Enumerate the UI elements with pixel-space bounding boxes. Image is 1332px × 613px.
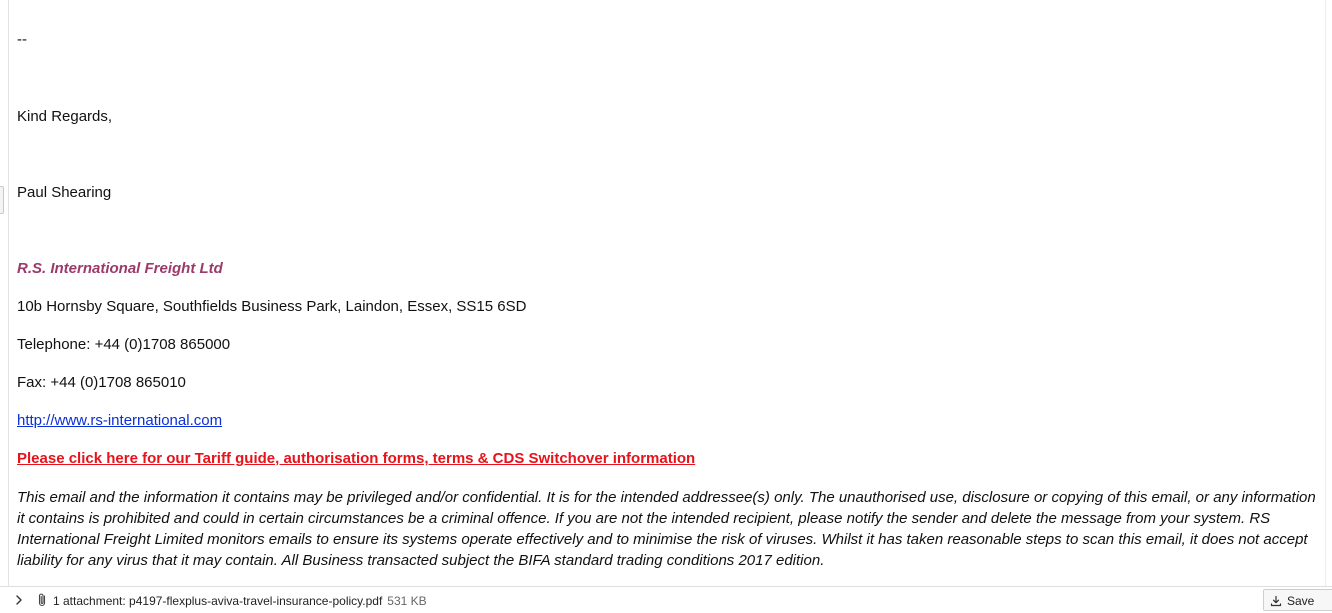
download-icon xyxy=(1270,595,1282,607)
website-link[interactable]: http://www.rs-international.com xyxy=(17,412,222,430)
save-button-label: Save xyxy=(1287,594,1315,608)
attachment-bar: 1 attachment: p4197-flexplus-aviva-trave… xyxy=(0,586,1332,613)
sender-name: Paul Shearing xyxy=(17,184,112,201)
tariff-guide-link[interactable]: Please click here for our Tariff guide, … xyxy=(17,450,695,468)
fax-number: Fax: +44 (0)1708 865010 xyxy=(17,374,186,391)
right-divider xyxy=(1325,0,1326,586)
paperclip-icon xyxy=(37,592,48,608)
closing-text: Kind Regards, xyxy=(17,108,113,125)
confidentiality-disclaimer: This email and the information it contai… xyxy=(17,489,1316,569)
company-address: 10b Hornsby Square, Southfields Business… xyxy=(17,298,527,315)
save-attachment-button[interactable]: Save xyxy=(1263,589,1332,611)
chevron-right-icon[interactable] xyxy=(13,593,25,607)
signature-separator: -- xyxy=(17,31,27,48)
left-divider xyxy=(8,0,9,586)
email-reader-pane: -- Kind Regards, Paul Shearing R.S. Inte… xyxy=(0,0,1332,613)
company-name: R.S. International Freight Ltd xyxy=(17,260,223,277)
telephone-number: Telephone: +44 (0)1708 865000 xyxy=(17,336,231,353)
attachment-filename: 1 attachment: p4197-flexplus-aviva-trave… xyxy=(53,594,383,608)
attachment-size: 531 KB xyxy=(387,594,427,608)
pane-resize-handle[interactable] xyxy=(0,186,4,214)
attachment-summary[interactable]: 1 attachment: p4197-flexplus-aviva-trave… xyxy=(53,594,427,608)
